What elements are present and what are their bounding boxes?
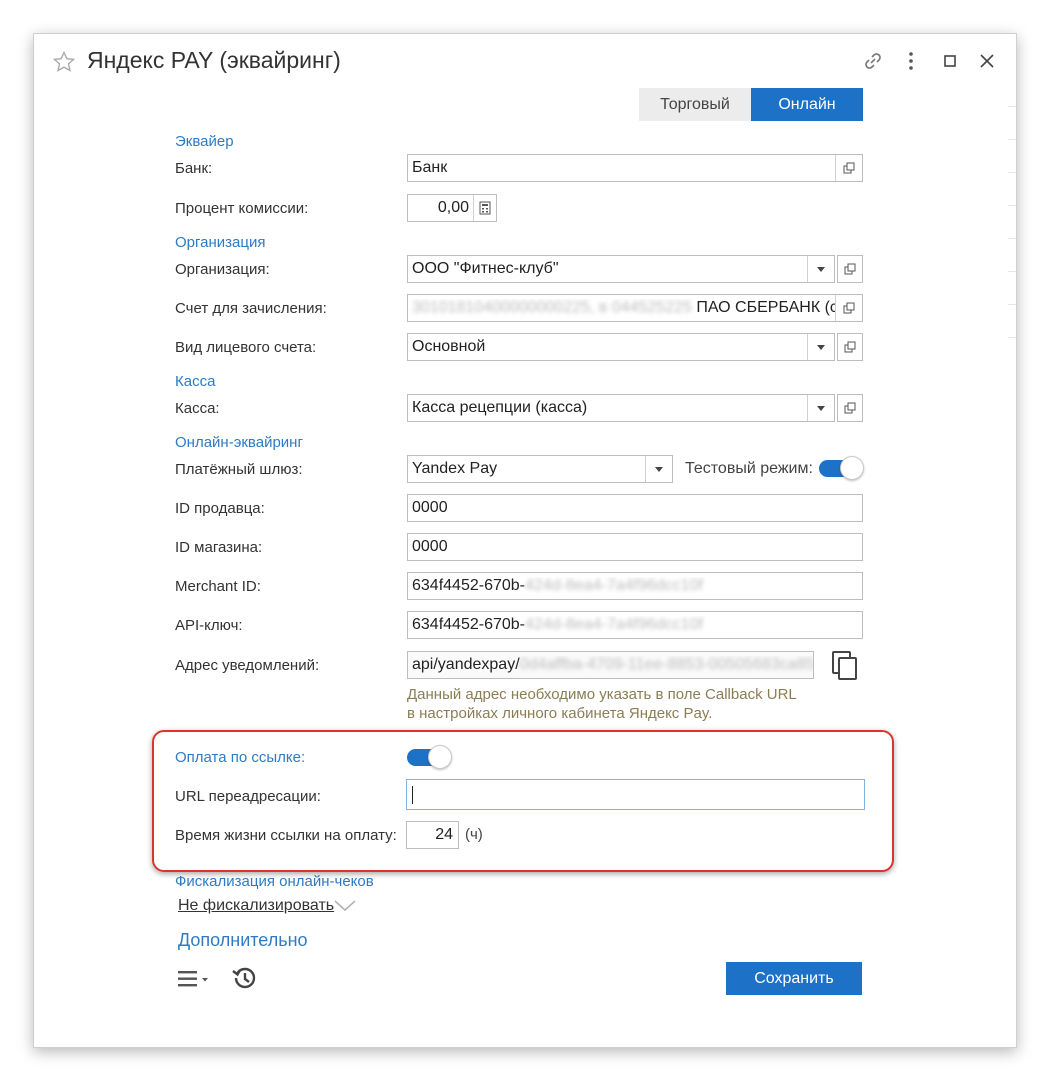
background-divider [1008, 271, 1016, 272]
section-cash: Касса [175, 373, 216, 390]
chevron-down-icon[interactable] [807, 334, 834, 360]
fiscal-mode-link[interactable]: Не фискализировать [178, 897, 334, 915]
background-divider [1008, 172, 1016, 173]
link-lifetime-input[interactable]: 24 [406, 821, 459, 849]
section-fiscalization: Фискализация онлайн-чеков [175, 873, 374, 890]
chevron-down-icon[interactable] [807, 395, 834, 421]
merchant-id-input[interactable]: 634f4452-670b-424d-8ea4-7a4f96dcc10f [407, 572, 863, 600]
notify-url-field[interactable]: api/yandexpay/0d4affba-4709-11ee-8853-00… [407, 651, 814, 679]
merchant-id-label: Merchant ID: [175, 578, 261, 595]
commission-field[interactable]: 0,00 [407, 194, 497, 222]
shop-id-input[interactable]: 0000 [407, 533, 863, 561]
seller-id-label: ID продавца: [175, 500, 265, 517]
link-lifetime-unit: (ч) [465, 826, 483, 843]
section-organization: Организация [175, 234, 266, 251]
seller-id-input[interactable]: 0000 [407, 494, 863, 522]
api-key-input[interactable]: 634f4452-670b-424d-8ea4-7a4f96dcc10f [407, 611, 863, 639]
masked-merchant-id: 424d-8ea4-7a4f96dcc10f [524, 577, 703, 594]
notify-hint-line-1: Данный адрес необходимо указать в поле C… [407, 686, 797, 703]
background-divider [1008, 139, 1016, 140]
commission-label: Процент комиссии: [175, 200, 309, 217]
test-mode-label: Тестовый режим: [685, 460, 813, 477]
text-cursor [412, 786, 413, 804]
tab-trade[interactable]: Торговый [639, 88, 751, 121]
chevron-down-icon[interactable] [645, 456, 672, 482]
open-cashbox-button[interactable] [837, 394, 863, 422]
open-icon [844, 402, 856, 414]
cashbox-select[interactable]: Касса рецепции (касса) [407, 394, 835, 422]
chevron-down-icon[interactable] [334, 900, 356, 912]
notify-url-label: Адрес уведомлений: [175, 657, 320, 674]
mode-tabs: Торговый Онлайн [639, 88, 863, 121]
background-divider [1008, 205, 1016, 206]
bank-label: Банк: [175, 160, 213, 177]
more-settings-link[interactable]: Дополнительно [178, 930, 308, 951]
more-menu-icon[interactable] [900, 50, 922, 72]
background-divider [1008, 337, 1016, 338]
redirect-url-label: URL переадресации: [175, 788, 321, 805]
history-icon[interactable] [230, 964, 258, 992]
cashbox-label: Касса: [175, 400, 220, 417]
section-acquirer: Эквайер [175, 133, 234, 150]
chevron-down-icon[interactable] [807, 256, 834, 282]
account-type-select[interactable]: Основной [407, 333, 835, 361]
favorite-star-icon[interactable] [52, 50, 76, 74]
open-icon [844, 263, 856, 275]
maximize-icon[interactable] [939, 50, 961, 72]
gateway-select[interactable]: Yandex Pay [407, 455, 673, 483]
background-divider [1008, 304, 1016, 305]
save-button[interactable]: Сохранить [726, 962, 862, 995]
section-online-acquiring: Онлайн-эквайринг [175, 434, 303, 451]
open-organization-button[interactable] [837, 255, 863, 283]
close-icon[interactable] [976, 50, 998, 72]
open-icon [844, 341, 856, 353]
calculator-icon[interactable] [473, 195, 496, 221]
background-divider [1008, 106, 1016, 107]
account-type-label: Вид лицевого счета: [175, 339, 317, 356]
open-icon[interactable] [835, 155, 862, 181]
masked-account-text: 30101810400000000225, в 044525225 [412, 299, 692, 316]
menu-icon[interactable] [177, 967, 213, 991]
gateway-label: Платёжный шлюз: [175, 461, 303, 478]
redirect-url-input[interactable] [406, 779, 865, 810]
notify-hint-line-2: в настройках личного кабинета Яндекс Pay… [407, 705, 713, 722]
test-mode-toggle[interactable] [819, 456, 865, 480]
open-icon[interactable] [835, 295, 862, 321]
pay-by-link-toggle[interactable] [407, 745, 453, 769]
dialog-window: Яндекс PAY (эквайринг) Торговый Онлайн Э… [33, 33, 1017, 1048]
bank-field[interactable]: Банк [407, 154, 863, 182]
window-title: Яндекс PAY (эквайринг) [87, 47, 341, 73]
pay-by-link-label: Оплата по ссылке: [175, 749, 306, 766]
link-lifetime-label: Время жизни ссылки на оплату: [175, 827, 397, 844]
masked-notify-url: 0d4affba-4709-11ee-8853-00505683ca85 [519, 656, 813, 673]
copy-icon[interactable] [830, 650, 860, 682]
background-divider [1008, 238, 1016, 239]
shop-id-label: ID магазина: [175, 539, 263, 556]
organization-select[interactable]: ООО "Фитнес-клуб" [407, 255, 835, 283]
account-label: Счет для зачисления: [175, 300, 327, 317]
open-account-type-button[interactable] [837, 333, 863, 361]
tab-online[interactable]: Онлайн [751, 88, 863, 121]
masked-api-key: 424d-8ea4-7a4f96dcc10f [524, 616, 703, 633]
api-key-label: API-ключ: [175, 617, 243, 634]
organization-label: Организация: [175, 261, 270, 278]
account-field[interactable]: 30101810400000000225, в 044525225 ПАО СБ… [407, 294, 863, 322]
link-icon[interactable] [862, 50, 884, 72]
